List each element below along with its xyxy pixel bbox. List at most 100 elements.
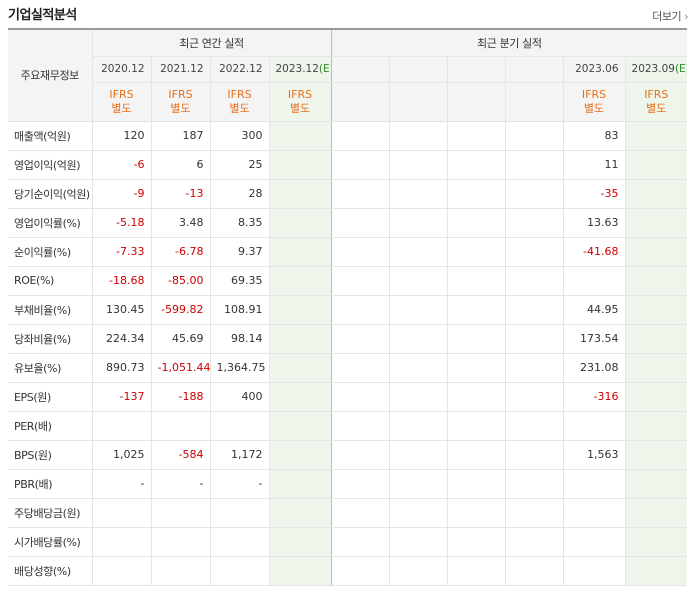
table-cell: 130.45 [91, 294, 151, 325]
table-cell [624, 440, 688, 470]
corner-label: 주요재무정보 [8, 29, 92, 122]
table-cell [504, 207, 564, 238]
table-cell: 173.54 [562, 324, 626, 354]
table-cell [268, 207, 332, 238]
table-cell [388, 353, 448, 383]
table-cell [268, 527, 332, 557]
table-cell [330, 121, 390, 151]
statement-type: 별도 [170, 101, 191, 115]
table-cell [624, 266, 688, 296]
period-row: 2020.122021.122022.122023.12(E)2023.0620… [8, 56, 688, 83]
table-cell [624, 353, 688, 383]
table-cell [330, 237, 390, 267]
table-cell [624, 237, 688, 267]
table-cell [446, 237, 506, 267]
row-label: 부채비율(%) [8, 294, 92, 325]
row-label: PER(배) [8, 411, 92, 441]
table-cell [504, 469, 564, 499]
table-cell: -599.82 [150, 294, 210, 325]
standard-label: IFRS [581, 87, 607, 101]
row-label: 배당성향(%) [8, 556, 92, 586]
table-cell [268, 324, 332, 354]
accounting-standard [388, 82, 448, 122]
table-cell: -41.68 [562, 237, 626, 267]
table-cell: -5.18 [91, 207, 151, 238]
table-cell [446, 294, 506, 325]
table-cell [504, 179, 564, 209]
standard-label: IFRS [168, 87, 193, 101]
table-cell: 1,563 [562, 440, 626, 470]
accounting-standard [504, 82, 564, 122]
table-cell: -13 [150, 179, 210, 209]
table-row: ROE(%) -18.68 -85.00 69.35 [8, 266, 688, 296]
table-cell [388, 266, 448, 296]
table-cell [624, 324, 688, 354]
table-cell [268, 411, 332, 441]
table-cell [330, 353, 390, 383]
period-label: 2023.12 [275, 63, 319, 75]
table-cell [330, 469, 390, 499]
table-cell: 83 [562, 121, 626, 151]
period-header: 2021.12 [150, 56, 210, 83]
more-link[interactable]: 더보기 [652, 8, 688, 24]
table-cell: 120 [91, 121, 151, 151]
table-cell [624, 381, 688, 412]
table-cell: 45.69 [150, 324, 210, 354]
table-cell: -6 [91, 150, 151, 180]
table-cell [388, 381, 448, 412]
table-row: 주당배당금(원) [8, 497, 688, 528]
table-cell [150, 556, 210, 586]
table-cell [330, 556, 390, 586]
table-cell [330, 179, 390, 209]
table-cell [388, 121, 448, 151]
table-cell [330, 207, 390, 238]
table-row: 배당성향(%) [8, 556, 688, 586]
period-header: 2020.12 [91, 56, 151, 83]
table-cell: 187 [150, 121, 210, 151]
accounting-standard [330, 82, 390, 122]
standard-row: IFRS 별도 IFRS 별도 IFRS 별도 IFRS 별도 IFRS 별도 IFRS 별도 [8, 82, 688, 122]
row-label: 순이익률(%) [8, 237, 92, 267]
table-cell: 28 [209, 179, 269, 209]
table-cell [388, 179, 448, 209]
table-cell [91, 556, 151, 586]
table-cell [91, 411, 151, 441]
table-cell [388, 469, 448, 499]
row-label: BPS(원) [8, 440, 92, 470]
accounting-standard: IFRS 별도 [562, 82, 626, 122]
table-cell: 25 [209, 150, 269, 180]
estimate-mark: (E) [674, 63, 687, 75]
table-cell [504, 121, 564, 151]
table-cell: -7.33 [91, 237, 151, 267]
estimate-mark: (E) [318, 63, 331, 75]
table-cell [504, 527, 564, 557]
table-cell [624, 497, 688, 528]
row-label: EPS(원) [8, 381, 92, 412]
table-cell [388, 324, 448, 354]
table-cell [624, 150, 688, 180]
table-cell [330, 497, 390, 528]
table-cell [330, 411, 390, 441]
table-cell: -9 [91, 179, 151, 209]
table-cell: 890.73 [91, 353, 151, 383]
table-cell [504, 381, 564, 412]
statement-type: 별도 [289, 101, 311, 115]
table-cell [388, 207, 448, 238]
table-cell [624, 411, 688, 441]
table-cell [446, 381, 506, 412]
table-cell [330, 294, 390, 325]
period-label: 2020.12 [101, 63, 145, 75]
statement-type: 별도 [111, 101, 132, 115]
table-cell [624, 207, 688, 238]
statement-type: 별도 [646, 101, 667, 115]
table-cell [624, 179, 688, 209]
row-label: 시가배당률(%) [8, 527, 92, 557]
table-row: 매출액(억원) 120 187 300 83 [8, 121, 688, 151]
table-row: BPS(원) 1,025 -584 1,172 1,563 [8, 440, 688, 470]
row-label: 영업이익(억원) [8, 150, 92, 180]
table-cell: 8.35 [209, 207, 269, 238]
table-cell [504, 294, 564, 325]
table-cell [446, 497, 506, 528]
table-row: PER(배) [8, 411, 688, 441]
table-cell [388, 527, 448, 557]
